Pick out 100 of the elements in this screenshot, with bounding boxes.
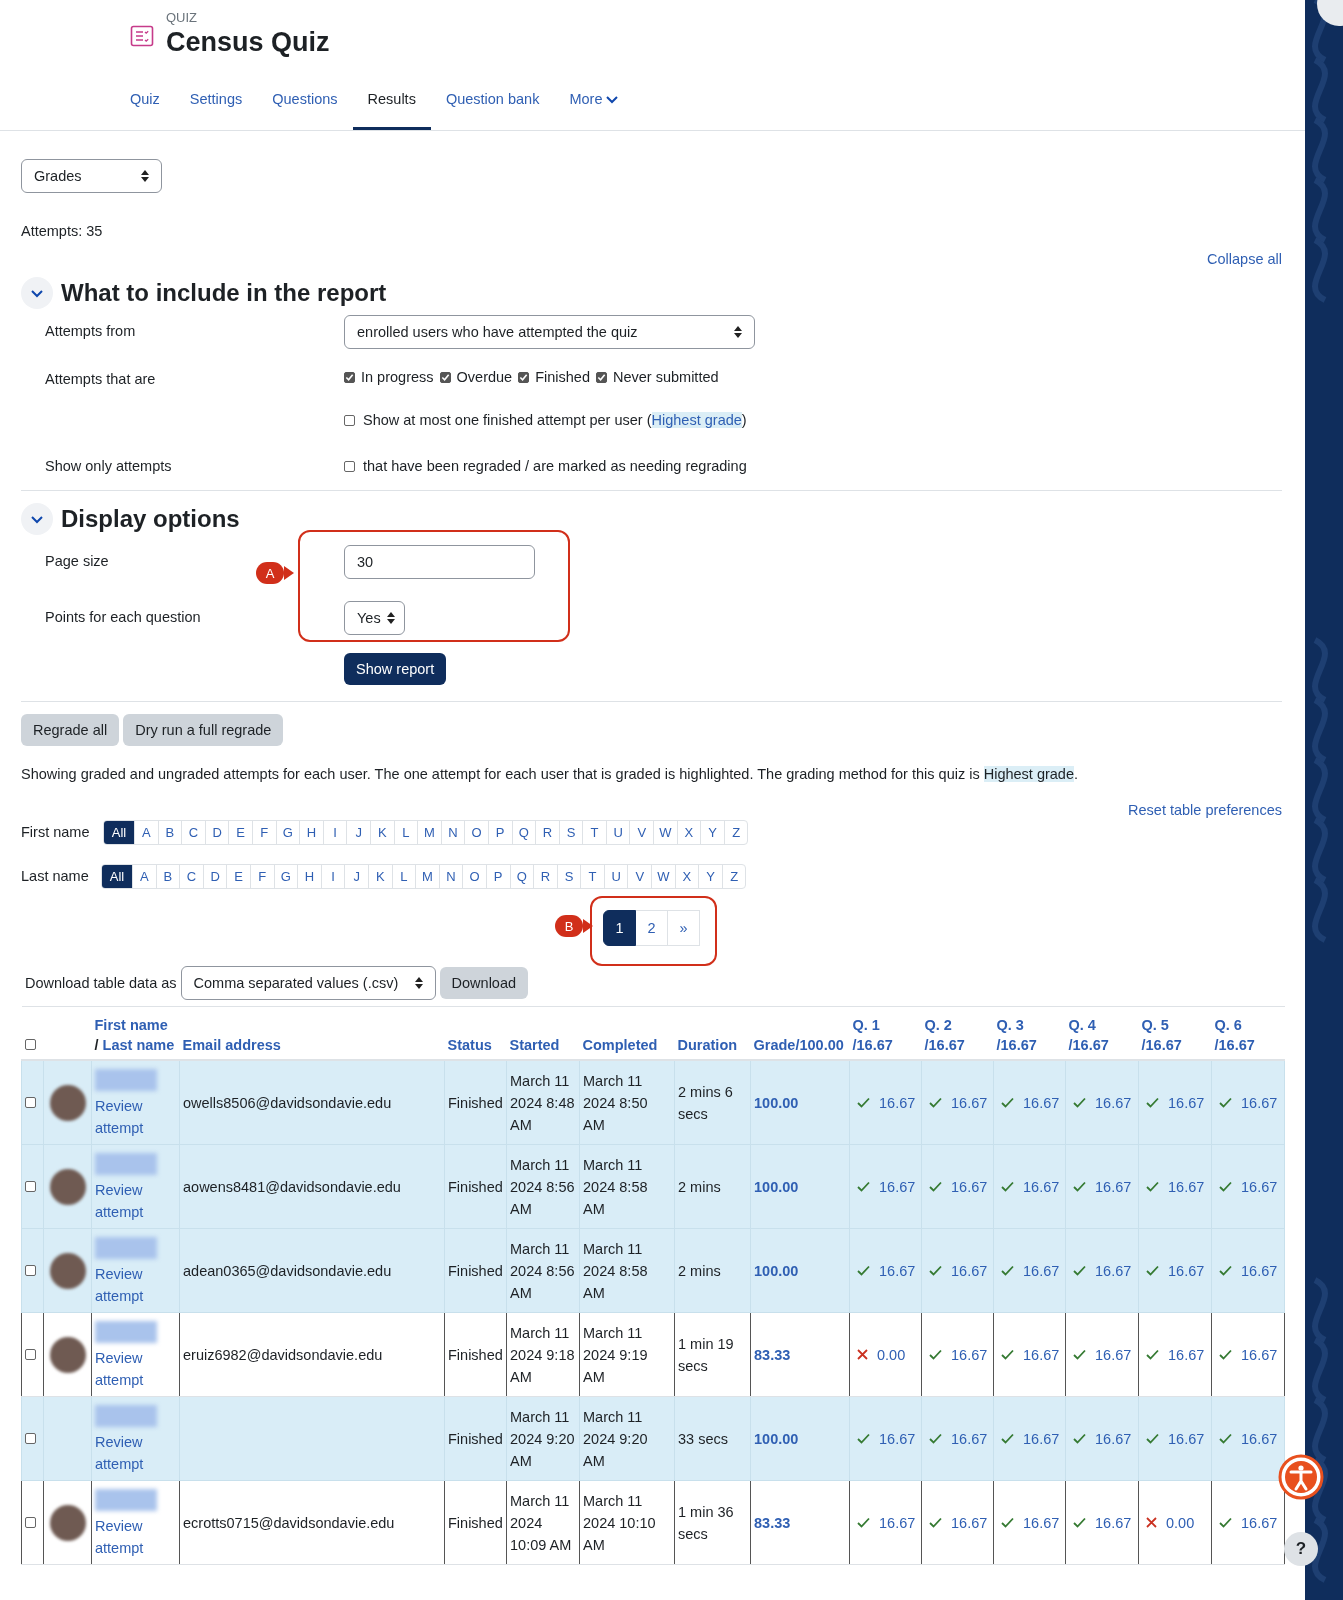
column-header[interactable]: Q. 2 /16.67 xyxy=(924,1015,991,1055)
initial-filter[interactable]: C xyxy=(181,820,205,844)
score-link[interactable]: 16.67 xyxy=(1023,1175,1060,1198)
score-link[interactable]: 16.67 xyxy=(879,1175,916,1198)
attempts-from-select[interactable]: enrolled users who have attempted the quiz xyxy=(344,315,755,349)
score-link[interactable]: 16.67 xyxy=(1095,1259,1132,1282)
nav-tab[interactable]: Quiz xyxy=(130,91,175,130)
initial-filter[interactable]: Q xyxy=(511,820,536,844)
initial-filter[interactable]: Y xyxy=(700,820,724,844)
score-link[interactable]: 16.67 xyxy=(1023,1259,1060,1282)
initial-filter[interactable]: S xyxy=(556,864,581,888)
score-link[interactable]: 16.67 xyxy=(951,1343,988,1366)
report-select[interactable]: Grades xyxy=(21,159,162,193)
initial-filter[interactable]: I xyxy=(320,864,345,888)
regrade-button[interactable]: Regrade all xyxy=(21,714,120,746)
column-header[interactable]: Q. 5 /16.67 xyxy=(1141,1015,1209,1055)
initial-filter[interactable]: L xyxy=(393,820,418,844)
initial-filter[interactable]: N xyxy=(438,864,463,888)
page-link[interactable]: 2 xyxy=(636,910,668,946)
initial-filter[interactable]: B xyxy=(155,864,180,888)
initial-filter[interactable]: E xyxy=(228,820,252,844)
score-link[interactable]: 16.67 xyxy=(1241,1427,1278,1450)
score-link[interactable]: 16.67 xyxy=(879,1091,916,1114)
column-header[interactable]: Completed xyxy=(582,1037,658,1053)
score-link[interactable]: 16.67 xyxy=(1095,1175,1132,1198)
initial-filter[interactable]: A xyxy=(132,864,156,888)
initial-filter[interactable]: R xyxy=(535,820,559,844)
column-header[interactable]: Duration xyxy=(677,1037,738,1053)
initial-filter[interactable]: P xyxy=(485,864,510,888)
score-link[interactable]: 0.00 xyxy=(1166,1511,1195,1534)
reset-preferences-link[interactable]: Reset table preferences xyxy=(1128,802,1282,818)
score-link[interactable]: 16.67 xyxy=(1241,1175,1278,1198)
score-link[interactable]: 16.67 xyxy=(1241,1343,1278,1366)
grade-link[interactable]: 100.00 xyxy=(754,1178,799,1195)
download-button[interactable]: Download xyxy=(439,967,529,999)
initial-filter[interactable]: O xyxy=(462,864,486,888)
score-link[interactable]: 16.67 xyxy=(951,1259,988,1282)
column-header[interactable]: Started xyxy=(509,1037,560,1053)
nav-tab[interactable]: Settings xyxy=(174,91,258,130)
page-size-input[interactable]: 30 xyxy=(344,545,535,579)
initial-filter[interactable]: W xyxy=(653,820,677,844)
initial-filter[interactable]: G xyxy=(275,820,300,844)
show-report-button[interactable]: Show report xyxy=(344,653,447,685)
initial-filter[interactable]: V xyxy=(627,864,652,888)
initial-filter[interactable]: V xyxy=(629,820,654,844)
column-header[interactable]: Q. 6 /16.67 xyxy=(1214,1015,1282,1055)
initial-filter[interactable]: X xyxy=(676,820,701,844)
initial-filter[interactable]: Q xyxy=(509,864,534,888)
score-link[interactable]: 16.67 xyxy=(1023,1511,1060,1534)
initial-filter[interactable]: C xyxy=(179,864,203,888)
grade-link[interactable]: 100.00 xyxy=(754,1262,799,1279)
score-link[interactable]: 16.67 xyxy=(951,1175,988,1198)
initial-filter[interactable]: J xyxy=(344,864,368,888)
regrade-button[interactable]: Dry run a full regrade xyxy=(123,714,284,746)
grade-link[interactable]: 83.33 xyxy=(754,1514,791,1531)
initial-filter[interactable]: I xyxy=(322,820,347,844)
score-link[interactable]: 16.67 xyxy=(1023,1091,1060,1114)
column-header[interactable]: Email address xyxy=(182,1037,281,1053)
initial-filter[interactable]: H xyxy=(299,820,323,844)
grade-link[interactable]: 100.00 xyxy=(754,1430,799,1447)
nav-tab[interactable]: Results xyxy=(352,91,431,130)
column-header[interactable]: Q. 4 /16.67 xyxy=(1068,1015,1136,1055)
grade-link[interactable]: 100.00 xyxy=(754,1094,799,1111)
initial-filter[interactable]: D xyxy=(202,864,227,888)
points-select[interactable]: Yes xyxy=(344,601,405,635)
column-header[interactable]: Q. 3 /16.67 xyxy=(996,1015,1063,1055)
score-link[interactable]: 16.67 xyxy=(1023,1427,1060,1450)
initial-filter[interactable]: G xyxy=(273,864,298,888)
initial-filter[interactable]: M xyxy=(417,820,441,844)
download-format-select[interactable]: Comma separated values (.csv) xyxy=(180,966,436,1000)
score-link[interactable]: 16.67 xyxy=(879,1427,916,1450)
grade-link[interactable]: 83.33 xyxy=(754,1346,791,1363)
score-link[interactable]: 16.67 xyxy=(1168,1427,1205,1450)
score-link[interactable]: 16.67 xyxy=(1168,1175,1205,1198)
initial-filter[interactable]: D xyxy=(204,820,229,844)
initial-filter[interactable]: P xyxy=(487,820,512,844)
initial-filter[interactable]: Z xyxy=(721,864,746,888)
nav-tab[interactable]: More xyxy=(554,91,636,130)
score-link[interactable]: 16.67 xyxy=(951,1091,988,1114)
score-link[interactable]: 0.00 xyxy=(877,1343,906,1366)
score-link[interactable]: 16.67 xyxy=(1241,1259,1278,1282)
score-link[interactable]: 16.67 xyxy=(1095,1091,1132,1114)
initial-filter[interactable]: All xyxy=(104,820,134,844)
initial-filter[interactable]: U xyxy=(603,864,628,888)
initial-filter[interactable]: T xyxy=(580,864,604,888)
score-link[interactable]: 16.67 xyxy=(879,1259,916,1282)
initial-filter[interactable]: T xyxy=(582,820,606,844)
initial-filter[interactable]: X xyxy=(674,864,699,888)
score-link[interactable]: 16.67 xyxy=(1241,1511,1278,1534)
initial-filter[interactable]: K xyxy=(367,864,392,888)
initial-filter[interactable]: E xyxy=(226,864,250,888)
score-link[interactable]: 16.67 xyxy=(1168,1343,1205,1366)
initial-filter[interactable]: J xyxy=(346,820,370,844)
initial-filter[interactable]: O xyxy=(464,820,488,844)
score-link[interactable]: 16.67 xyxy=(1023,1343,1060,1366)
column-header[interactable]: Last name xyxy=(102,1037,175,1053)
collapse-all-link[interactable]: Collapse all xyxy=(1207,251,1282,267)
score-link[interactable]: 16.67 xyxy=(1168,1091,1205,1114)
initial-filter[interactable]: M xyxy=(415,864,439,888)
score-link[interactable]: 16.67 xyxy=(1168,1259,1205,1282)
